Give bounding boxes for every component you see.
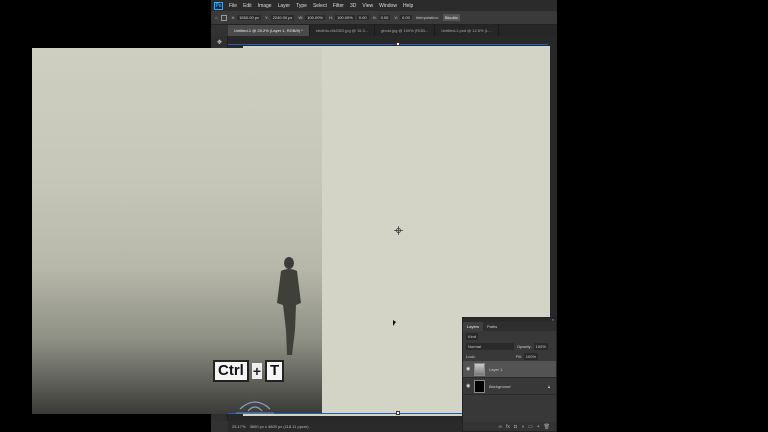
new-group-icon[interactable]: ▭ [528,424,533,430]
t-key: T [265,360,285,382]
interpolation-label: Interpolation: [415,15,439,20]
x-field[interactable]: 1550.00 px [237,15,261,20]
height-field[interactable]: 100.00% [334,15,355,20]
menu-3d[interactable]: 3D [347,3,359,9]
layers-panel: × Layers Paths Kind Normal Opacity: 100%… [462,317,557,432]
menu-filter[interactable]: Filter [330,3,347,9]
photoshop-logo-icon: Ps [214,1,223,10]
tab-struthio[interactable]: struthio-r6kG5O.jpg @ 15.3... [310,25,376,36]
transform-top-edge[interactable] [228,44,548,45]
mouse-cursor-icon [393,320,396,326]
menu-select[interactable]: Select [310,3,330,9]
plus-sign: + [251,363,263,379]
document-size: 3600 px x 4800 px (118.11 ppcm) [249,424,309,429]
menu-window[interactable]: Window [376,3,400,9]
v-skew-label: V: [394,15,399,20]
tab-untitled-1[interactable]: Untitled-1 @ 25.2% (Layer 1, RGB/8) * [228,25,310,36]
blend-row: Normal Opacity: 100% [463,341,556,351]
menu-layer[interactable]: Layer [275,3,294,9]
options-bar: ⌂ X: 1550.00 px Y: 2240.00 px W: 100.00%… [211,11,557,25]
walking-man-silhouette [277,257,301,355]
fx-icon[interactable]: fx [506,424,510,430]
transform-handle-bottom[interactable] [396,411,400,415]
menu-help[interactable]: Help [400,3,416,9]
blend-mode-select[interactable]: Normal [466,342,514,350]
delete-layer-icon[interactable]: 🗑︎ [544,424,550,430]
h-skew-label: H: [372,15,377,20]
y-field[interactable]: 2240.00 px [270,15,295,20]
channel-watermark-logo [236,401,274,414]
layer-name[interactable]: Layer 1 [489,367,502,372]
layer-row-layer-1[interactable]: ◉ Layer 1 [463,361,556,378]
v-skew-field[interactable]: 0.00 [400,15,412,20]
lock-label: Lock: [466,353,476,359]
layer-name[interactable]: Background [489,384,510,389]
layers-panel-footer: ∞ fx ◘ ◑ ▭ + 🗑︎ [463,422,556,431]
layers-panel-tabs: Layers Paths [463,322,556,331]
tab-layers[interactable]: Layers [463,322,484,331]
adjustment-layer-icon[interactable]: ◑ [521,424,524,430]
h-skew-field[interactable]: 0.00 [378,15,391,20]
menu-type[interactable]: Type [293,3,310,9]
h-label: H: [328,15,333,20]
menu-edit[interactable]: Edit [240,3,255,9]
new-layer-icon[interactable]: + [537,424,540,430]
keyboard-shortcut-overlay: Ctrl + T [213,360,285,382]
x-label: X: [231,15,236,20]
w-label: W: [298,15,304,20]
tab-paths[interactable]: Paths [483,322,501,331]
move-tool-icon[interactable]: ✥ [215,40,224,47]
tab-ghost[interactable]: ghost.jpg @ 100% (RGB... [375,25,436,36]
kind-filter-select[interactable]: Kind [466,332,479,340]
menu-view[interactable]: View [359,3,376,9]
zoom-level[interactable]: 25.17% [232,424,246,429]
document-tabs: Untitled-1 @ 25.2% (Layer 1, RGB/8) * st… [228,25,557,36]
fill-field[interactable]: 100% [523,352,539,360]
link-layers-icon[interactable]: ∞ [498,424,502,430]
layer-row-background[interactable]: ◉ Background 🔒︎ [463,378,556,395]
home-icon[interactable]: ⌂ [215,15,217,20]
interpolation-select[interactable]: Bicubic [442,14,460,21]
ctrl-key: Ctrl [213,360,249,382]
lock-row: Lock: Fill: 100% [463,351,556,361]
tab-untitled-1-psd[interactable]: Untitled-1.psd @ 12.5% (L... [435,25,499,36]
menu-bar: Ps File Edit Image Layer Type Select Fil… [211,0,557,11]
opacity-field[interactable]: 100% [533,342,548,350]
filter-row: Kind [463,331,556,341]
layer-thumbnail [474,379,485,393]
reference-point-icon[interactable] [221,14,228,21]
menu-file[interactable]: File [226,3,240,9]
fill-label: Fill: [515,353,522,359]
layer-thumbnail [474,362,485,376]
angle-field[interactable]: 0.00 [356,15,369,20]
visibility-eye-icon[interactable]: ◉ [466,366,472,372]
lock-icon: 🔒︎ [547,383,550,389]
menu-image[interactable]: Image [255,3,275,9]
transform-handle-top[interactable] [396,42,400,46]
transform-pivot-icon[interactable] [394,226,403,235]
y-label: Y: [265,15,269,20]
visibility-eye-icon[interactable]: ◉ [466,383,472,389]
add-mask-icon[interactable]: ◘ [514,424,517,430]
width-field[interactable]: 100.00% [305,15,325,20]
opacity-label: Opacity: [517,343,532,349]
